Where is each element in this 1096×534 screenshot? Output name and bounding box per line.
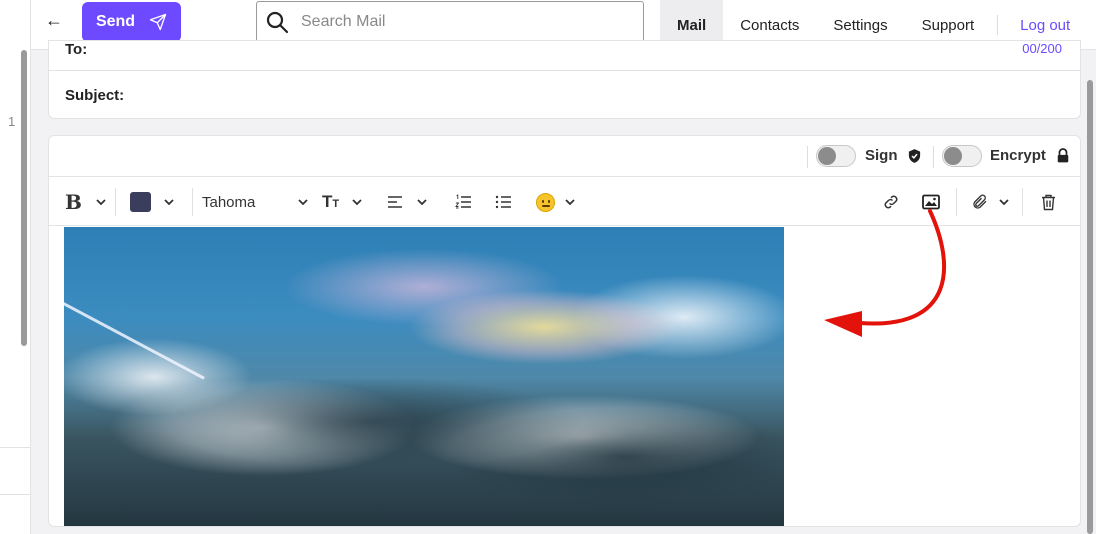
inline-image[interactable] [64, 227, 784, 526]
chevron-down-icon [352, 199, 362, 205]
font-size-icon: TT [322, 192, 340, 211]
divider [807, 146, 808, 168]
divider [192, 188, 193, 216]
encrypt-toggle[interactable] [942, 145, 982, 167]
toggle-knob [818, 147, 836, 165]
divider [1022, 188, 1023, 216]
sign-label: Sign [865, 147, 898, 164]
to-label: To: [65, 41, 88, 58]
red-arrow-icon [824, 209, 947, 337]
font-family-select[interactable]: Tahoma [202, 190, 309, 214]
main-scrollbar[interactable] [1087, 80, 1093, 534]
align-button[interactable] [387, 190, 427, 214]
chevron-down-icon [96, 199, 106, 205]
chevron-down-icon [298, 199, 309, 205]
align-left-icon [388, 196, 402, 208]
font-name: Tahoma [202, 193, 256, 211]
font-size-button[interactable]: TT [322, 190, 362, 214]
encrypt-label: Encrypt [990, 147, 1046, 164]
subject-input[interactable] [139, 82, 1039, 110]
text-color-icon [130, 192, 151, 212]
chevron-down-icon [164, 199, 174, 205]
nav-divider [997, 15, 999, 35]
trash-icon [1042, 194, 1055, 210]
send-button-label: Send [95, 13, 136, 30]
attachment-button[interactable] [971, 190, 1009, 214]
text-color-button[interactable] [130, 190, 174, 214]
bullet-list-icon [495, 195, 511, 209]
subject-row: Subject: [49, 72, 1080, 118]
gutter-divider [0, 494, 31, 495]
lock-icon [1057, 148, 1069, 163]
compose-header: To: 00/200 Subject: [48, 40, 1081, 119]
search-box[interactable] [256, 1, 644, 42]
subject-label: Subject: [65, 87, 125, 104]
delete-button[interactable] [1041, 190, 1056, 214]
bold-button[interactable]: B [65, 190, 106, 214]
sign-encrypt-bar: Sign Encrypt [49, 136, 1080, 177]
attachment-icon [973, 194, 987, 209]
chevron-down-icon [565, 199, 575, 205]
image-detail [64, 297, 205, 380]
sign-toggle[interactable] [816, 145, 856, 167]
ordered-list-button[interactable] [455, 190, 472, 214]
chevron-down-icon [417, 199, 427, 205]
image-detail [444, 407, 784, 507]
to-row[interactable]: To: 00/200 [49, 41, 1080, 71]
send-button[interactable]: Send [82, 2, 181, 42]
gutter-scrollbar[interactable] [21, 50, 27, 346]
shield-check-icon [908, 149, 921, 163]
bold-icon: B [65, 190, 82, 214]
emoji-button[interactable] [536, 190, 575, 214]
recipient-count: 00/200 [1022, 41, 1062, 56]
chevron-down-icon [999, 199, 1009, 205]
search-input[interactable] [301, 12, 621, 31]
emoji-icon [536, 192, 555, 212]
divider [115, 188, 116, 216]
line-number: 1 [8, 114, 16, 129]
search-icon [266, 11, 289, 33]
back-arrow-icon[interactable]: ← [45, 10, 63, 31]
paper-plane-icon [149, 13, 167, 31]
toggle-knob [944, 147, 962, 165]
divider [933, 146, 934, 168]
bullet-list-button[interactable] [495, 190, 512, 214]
ordered-list-icon [455, 194, 471, 209]
gutter-divider [0, 447, 31, 448]
